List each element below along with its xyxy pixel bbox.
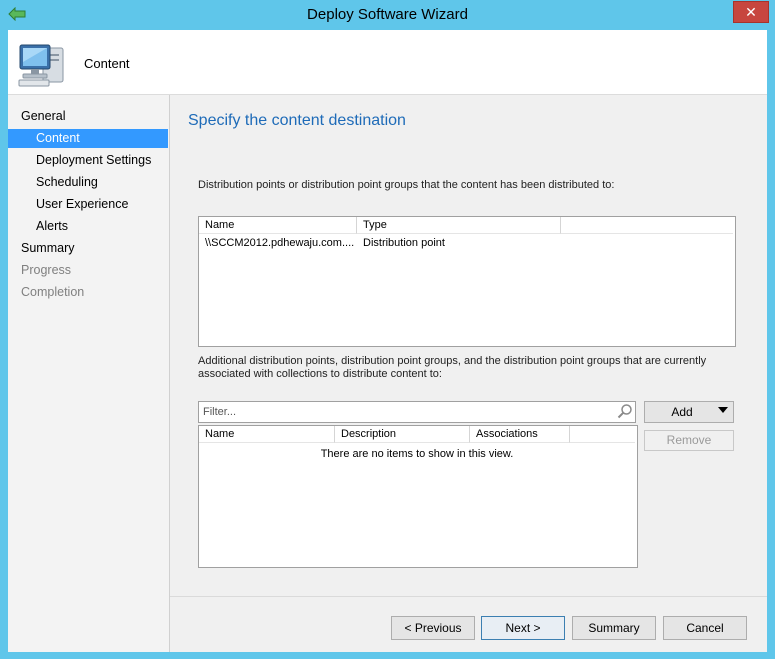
nav-item-user-experience[interactable]: User Experience: [8, 195, 168, 214]
nav-item-alerts[interactable]: Alerts: [8, 217, 168, 236]
nav-item-label: User Experience: [36, 197, 129, 211]
row-type: Distribution point: [363, 237, 445, 249]
nav-item-label: Content: [36, 131, 80, 145]
table-row[interactable]: \\SCCM2012.pdhewaju.com.... Distribution…: [199, 236, 733, 251]
summary-button[interactable]: Summary: [572, 616, 656, 640]
cancel-button[interactable]: Cancel: [663, 616, 747, 640]
nav-item-content[interactable]: Content: [8, 129, 168, 148]
next-button[interactable]: Next >: [481, 616, 565, 640]
add-button-label: Add: [671, 405, 693, 419]
empty-list-message: There are no items to show in this view.: [320, 448, 514, 460]
nav-item-label: Summary: [21, 241, 75, 255]
previous-button[interactable]: < Previous: [391, 616, 475, 640]
additional-description: Additional distribution points, distribu…: [198, 355, 707, 380]
nav-item-scheduling[interactable]: Scheduling: [8, 173, 168, 192]
nav-item-label: General: [21, 109, 66, 123]
footer-divider: [170, 596, 767, 597]
page-title: Content: [84, 56, 130, 71]
close-icon: ✕: [745, 4, 757, 20]
nav-item-deployment-settings[interactable]: Deployment Settings: [8, 151, 168, 170]
column-header-name[interactable]: Name: [199, 426, 335, 443]
nav-item-label: Deployment Settings: [36, 153, 152, 167]
nav-item-label: Alerts: [36, 219, 68, 233]
column-header-description[interactable]: Description: [335, 426, 470, 443]
nav-item-summary[interactable]: Summary: [8, 239, 168, 258]
filter-placeholder: Filter...: [203, 406, 237, 418]
column-header-spacer: [570, 426, 635, 443]
distributed-description: Distribution points or distribution poin…: [198, 179, 615, 191]
nav-item-label: Progress: [21, 263, 72, 277]
nav-item-completion: Completion: [8, 283, 168, 302]
window-title: Deploy Software Wizard: [307, 6, 468, 23]
close-button[interactable]: ✕: [733, 1, 769, 23]
computer-icon: [18, 44, 64, 87]
column-header-spacer: [561, 217, 733, 234]
dropdown-arrow-icon: [718, 407, 728, 413]
column-header-associations[interactable]: Associations: [470, 426, 570, 443]
column-header-name[interactable]: Name: [199, 217, 357, 234]
nav-item-label: Scheduling: [36, 175, 98, 189]
row-name: \\SCCM2012.pdhewaju.com....: [205, 237, 355, 249]
remove-button: Remove: [644, 430, 734, 451]
nav-item-label: Completion: [21, 285, 85, 299]
column-header-type[interactable]: Type: [357, 217, 561, 234]
nav-item-progress: Progress: [8, 261, 168, 280]
search-icon[interactable]: [617, 403, 633, 419]
nav-item-general[interactable]: General: [8, 107, 168, 126]
filter-input[interactable]: [198, 401, 636, 423]
page-heading: Specify the content destination: [188, 112, 406, 129]
